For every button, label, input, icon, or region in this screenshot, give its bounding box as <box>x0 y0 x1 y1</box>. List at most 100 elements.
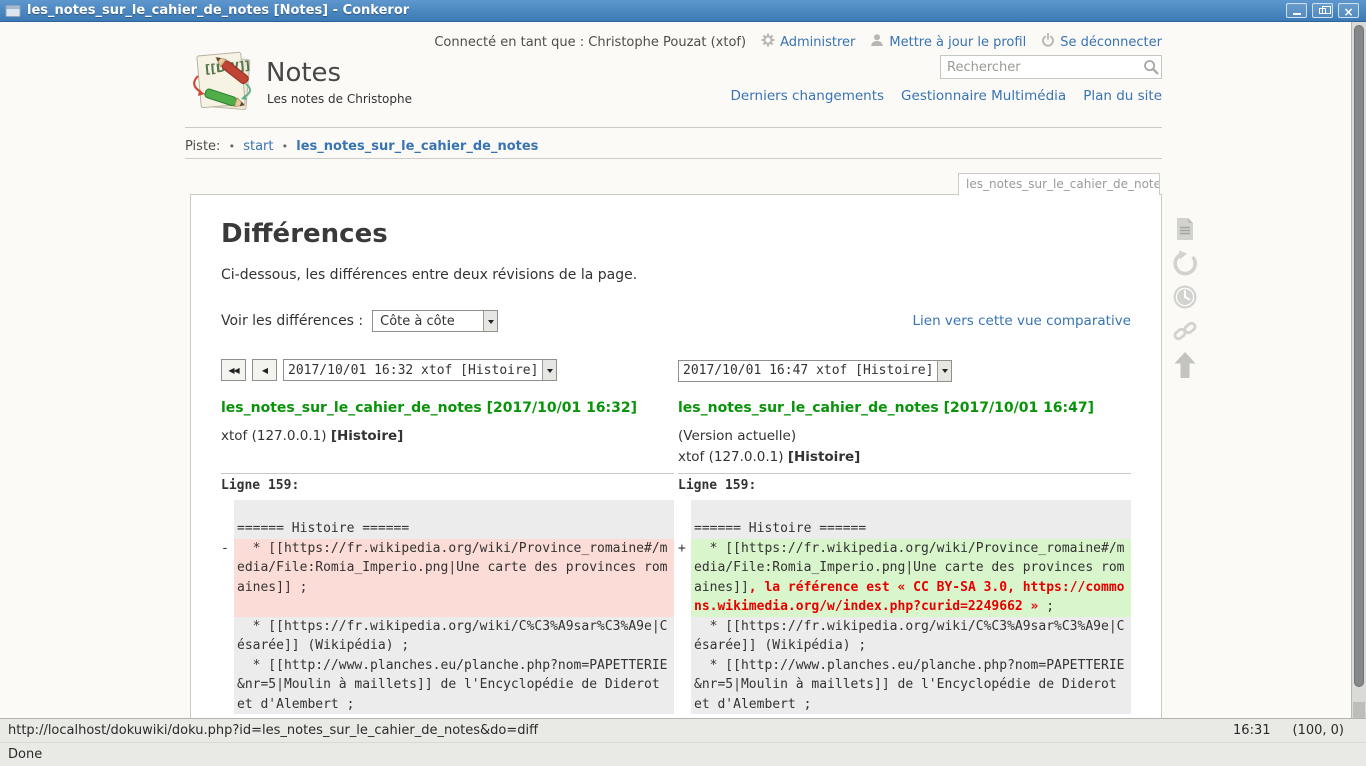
page-tools-sidebar <box>1171 218 1199 380</box>
logout-link-label: Se déconnecter <box>1060 35 1162 50</box>
breadcrumb-separator: • <box>282 140 289 153</box>
divider <box>185 158 1162 159</box>
search-icon[interactable] <box>1141 59 1161 75</box>
sitemap-link[interactable]: Plan du site <box>1083 88 1162 104</box>
right-revision-select-value: 2017/10/01 16:47 xtof [Histoire] <box>679 363 937 378</box>
status-message: Done <box>8 747 42 762</box>
page-icon <box>1173 217 1197 245</box>
breadcrumb-separator: • <box>229 140 236 153</box>
left-revision-select-value: 2017/10/01 16:32 xtof [Histoire] <box>284 363 542 378</box>
status-url: http://localhost/dokuwiki/doku.php?id=le… <box>8 723 1233 738</box>
top-icon <box>1173 351 1197 383</box>
admin-link[interactable]: Administrer <box>761 33 855 51</box>
diff-row: ====== Histoire ====== <box>678 500 1131 539</box>
breadcrumb-item-current[interactable]: les_notes_sur_le_cahier_de_notes <box>296 139 538 154</box>
left-revision-select[interactable]: 2017/10/01 16:32 xtof [Histoire] <box>283 359 557 381</box>
old-revisions-button[interactable] <box>1172 286 1198 312</box>
left-revision-link[interactable]: les_notes_sur_le_cahier_de_notes [2017/1… <box>221 400 637 416</box>
gear-icon <box>761 33 775 51</box>
chevron-down-icon <box>542 360 556 380</box>
diff-gutter <box>221 617 234 715</box>
right-context-after: * [[https://fr.wikipedia.org/wiki/C%C3%A… <box>691 617 1131 715</box>
close-button[interactable] <box>1338 3 1359 18</box>
site-title[interactable]: Notes <box>266 58 341 88</box>
diff-row: * [[https://fr.wikipedia.org/wiki/C%C3%A… <box>678 617 1131 715</box>
user-icon <box>870 33 884 51</box>
window-titlebar: les_notes_sur_le_cahier_de_notes [Notes]… <box>0 0 1366 22</box>
diff-gutter <box>678 617 691 715</box>
dokuwiki-logo[interactable]: [[DW]] <box>186 50 260 116</box>
search-input[interactable] <box>941 60 1141 75</box>
status-clock: 16:31 <box>1233 723 1270 738</box>
window-title: les_notes_sur_le_cahier_de_notes [Notes]… <box>27 3 1286 18</box>
minibuffer-message-row: Done <box>0 743 1366 766</box>
left-history-label: [Histoire] <box>331 428 403 444</box>
page-title: Différences <box>221 219 1131 249</box>
status-bar: http://localhost/dokuwiki/doku.php?id=le… <box>0 718 1366 766</box>
diff-view-row: Voir les différences : Côte à côte Lien … <box>221 310 1131 332</box>
scrollbar[interactable] <box>1351 22 1366 718</box>
diff-row: ====== Histoire ====== <box>221 500 674 539</box>
inserted-marker: + <box>678 539 691 617</box>
media-manager-link[interactable]: Gestionnaire Multimédia <box>901 88 1066 104</box>
back-to-top-button[interactable] <box>1172 354 1198 380</box>
window-icon <box>5 4 21 18</box>
compare-view-link[interactable]: Lien vers cette vue comparative <box>913 313 1132 329</box>
right-line-label: Ligne 159: <box>678 473 1131 500</box>
power-icon <box>1041 33 1055 51</box>
site-tagline: Les notes de Christophe <box>267 92 412 106</box>
site-tools: Derniers changements Gestionnaire Multim… <box>731 88 1162 104</box>
right-revision-select[interactable]: 2017/10/01 16:47 xtof [Histoire] <box>678 360 952 382</box>
minimize-icon <box>1293 13 1301 15</box>
right-context-before: ====== Histoire ====== <box>691 500 1131 539</box>
admin-link-label: Administrer <box>780 35 855 50</box>
right-revision-link[interactable]: les_notes_sur_le_cahier_de_notes [2017/1… <box>678 400 1094 416</box>
revision-nav-right: 2017/10/01 16:47 xtof [Histoire] <box>678 359 1131 382</box>
restore-icon <box>1319 8 1326 14</box>
window-controls <box>1286 3 1359 18</box>
left-revision-meta: xtof (127.0.0.1) [Histoire] <box>221 428 674 444</box>
revert-button[interactable] <box>1172 252 1198 278</box>
revert-icon <box>1172 250 1198 280</box>
diff-left-header: les_notes_sur_le_cahier_de_notes [2017/1… <box>221 395 674 473</box>
left-deleted-text: * [[https://fr.wikipedia.org/wiki/Provin… <box>234 539 674 617</box>
breadcrumb: Piste: • start • les_notes_sur_le_cahier… <box>185 139 1162 154</box>
breadcrumb-label: Piste: <box>185 139 220 154</box>
right-revision-meta: xtof (127.0.0.1) [Histoire] <box>678 449 1131 465</box>
scrollbar-track-end <box>1353 702 1365 718</box>
logged-in-text: Connecté en tant que : Christophe Pouzat… <box>434 35 746 50</box>
diff-intro: Ci-dessous, les différences entre deux r… <box>221 267 1131 283</box>
diff-table: les_notes_sur_le_cahier_de_notes [2017/1… <box>221 395 1131 715</box>
breadcrumb-item-start[interactable]: start <box>243 139 273 154</box>
scrollbar-thumb[interactable] <box>1354 25 1364 687</box>
revision-nav-left: ◀◀ ◀ 2017/10/01 16:32 xtof [Histoire] <box>221 359 674 382</box>
right-history-label: [Histoire] <box>788 449 860 465</box>
minimize-button[interactable] <box>1286 3 1307 18</box>
diff-view-select-value: Côte à côte <box>373 314 483 329</box>
search-box <box>940 55 1162 79</box>
show-page-button[interactable] <box>1172 218 1198 244</box>
left-context-after: * [[https://fr.wikipedia.org/wiki/C%C3%A… <box>234 617 674 715</box>
recent-changes-link[interactable]: Derniers changements <box>731 88 885 104</box>
status-position: (100, 0) <box>1293 723 1345 738</box>
chevron-down-icon <box>483 311 497 331</box>
diff-view-select[interactable]: Côte à côte <box>372 310 498 332</box>
minibuffer-url-row: http://localhost/dokuwiki/doku.php?id=le… <box>0 719 1366 743</box>
content-card: Différences Ci-dessous, les différences … <box>190 194 1162 718</box>
logout-link[interactable]: Se déconnecter <box>1041 33 1162 51</box>
oldest-revision-button[interactable]: ◀◀ <box>221 359 246 381</box>
view-differences-label: Voir les différences : <box>221 313 363 329</box>
diff-gutter <box>678 500 691 539</box>
diff-row-deleted: - * [[https://fr.wikipedia.org/wiki/Prov… <box>221 539 674 617</box>
backlinks-button[interactable] <box>1172 320 1198 346</box>
diff-gutter <box>221 500 234 539</box>
right-current-note: (Version actuelle) <box>678 428 1131 444</box>
previous-revision-button[interactable]: ◀ <box>252 359 277 381</box>
inserted-changed-part: , la référence est « CC BY-SA 3.0, https… <box>694 580 1124 615</box>
diff-row-inserted: + * [[https://fr.wikipedia.org/wiki/Prov… <box>678 539 1131 617</box>
deleted-marker: - <box>221 539 234 617</box>
restore-button[interactable] <box>1312 3 1333 18</box>
inserted-tail: ; <box>1038 599 1054 614</box>
divider <box>185 127 1162 128</box>
update-profile-link[interactable]: Mettre à jour le profil <box>870 33 1026 51</box>
